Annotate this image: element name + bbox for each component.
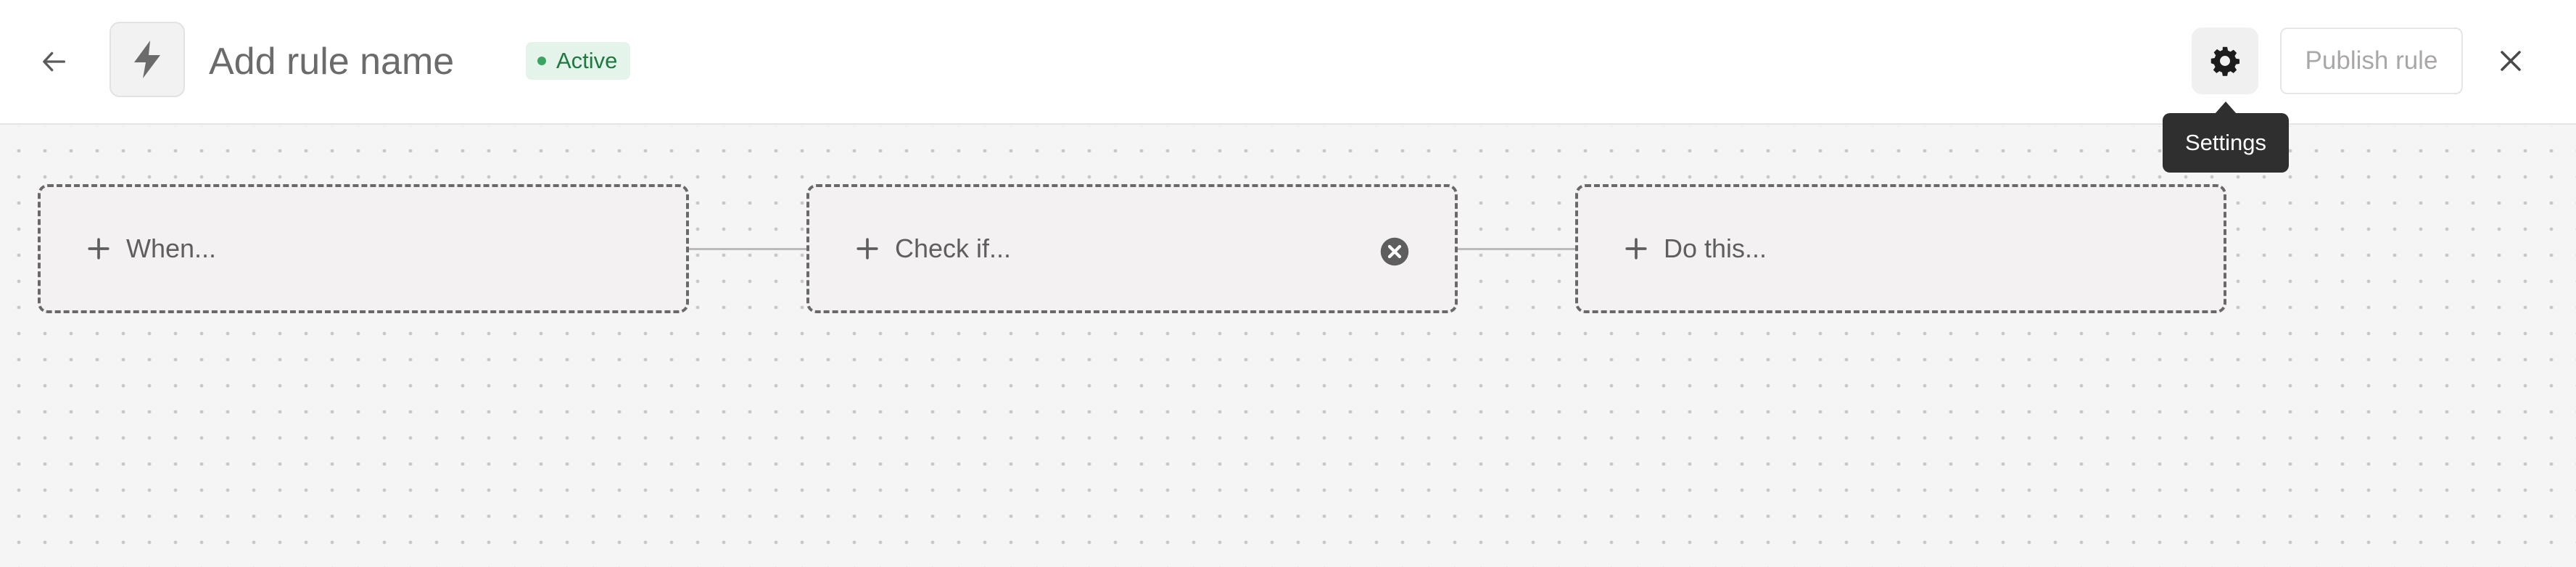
- step-connector: [1458, 248, 1577, 250]
- rule-type-icon-box: [110, 22, 185, 97]
- plus-icon: [86, 236, 112, 262]
- gear-icon: [2210, 46, 2239, 76]
- close-icon: [2501, 51, 2521, 71]
- step-connector: [689, 248, 808, 250]
- lightning-bolt-icon: [134, 41, 160, 78]
- status-badge: Active: [526, 42, 631, 80]
- settings-button[interactable]: [2192, 28, 2258, 94]
- plus-icon: [854, 236, 880, 262]
- rule-name-input[interactable]: Add rule name: [209, 38, 454, 86]
- status-dot-icon: [537, 57, 546, 65]
- arrow-left-icon: [43, 51, 66, 72]
- status-label: Active: [556, 48, 618, 73]
- publish-rule-button[interactable]: Publish rule: [2280, 28, 2463, 94]
- check-if-step-card[interactable]: Check if...: [806, 184, 1458, 313]
- when-step-label: When...: [126, 233, 217, 263]
- tooltip-arrow: [2215, 102, 2237, 114]
- circle-x-icon[interactable]: [1379, 236, 1410, 267]
- check-if-step-label: Check if...: [895, 233, 1012, 263]
- plus-icon: [1623, 236, 1649, 262]
- do-this-step-label: Do this...: [1664, 233, 1767, 263]
- do-this-step-card[interactable]: Do this...: [1575, 184, 2226, 313]
- top-bar: Add rule name Active Publish rule: [0, 0, 2576, 125]
- settings-tooltip: Settings: [2163, 113, 2289, 173]
- close-button[interactable]: [2486, 36, 2535, 86]
- when-step-card[interactable]: When...: [38, 184, 689, 313]
- back-button[interactable]: [30, 38, 78, 86]
